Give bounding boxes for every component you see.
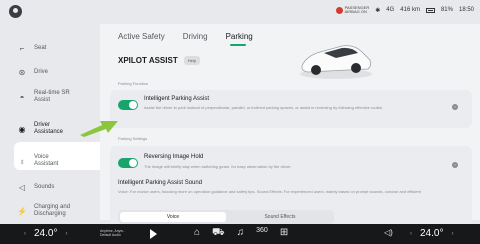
- sidebar-item-label: Driver Assistance: [34, 122, 64, 135]
- sidebar-item-label: Charging and Discharging: [34, 204, 71, 217]
- page-title-text: XPILOT ASSIST: [118, 56, 178, 65]
- temp-down-icon[interactable]: ‹: [24, 231, 26, 237]
- sidebar-item-label: Voice Assistant: [34, 154, 59, 167]
- home-icon[interactable]: ⌂: [194, 227, 200, 240]
- tab-driving[interactable]: Driving: [183, 32, 208, 41]
- speaker-icon: ◁: [18, 182, 26, 192]
- annotation-arrow-icon: [80, 121, 118, 137]
- temp-up-icon[interactable]: ›: [451, 231, 453, 237]
- temp-up-icon[interactable]: ›: [65, 231, 67, 237]
- parking-assist-card: Intelligent Parking Assist Assist the dr…: [110, 90, 472, 128]
- seat-icon: ⌐: [19, 43, 25, 53]
- track-artist: Default Audio: [100, 233, 121, 237]
- temp-down-icon[interactable]: ‹: [410, 231, 412, 237]
- section-label: Parking Function: [118, 81, 149, 86]
- status-bar: PASSENGER AIRBAG ON ✱ 4G 416 km 81% 18:5…: [0, 0, 480, 24]
- right-temperature: 24.0°: [420, 228, 444, 239]
- card-title: Reversing Image Hold: [144, 154, 204, 160]
- sound-setting-description: Voice: For novice users, focusing more o…: [118, 189, 421, 194]
- sidebar-item-drive[interactable]: ⊛ Drive: [18, 68, 48, 76]
- profile-icon[interactable]: [9, 5, 22, 18]
- tab-active-safety[interactable]: Active Safety: [118, 32, 165, 41]
- main-panel: Active Safety Driving Parking XPILOT ASS…: [100, 24, 480, 234]
- sidebar-item-label: Drive: [34, 68, 49, 75]
- play-icon[interactable]: [150, 229, 157, 239]
- airbag-line2: AIRBAG ON: [344, 9, 367, 14]
- tab-parking[interactable]: Parking: [226, 32, 253, 46]
- now-playing[interactable]: Anytime, Anyw.. Default Audio: [100, 229, 125, 237]
- right-temperature-control[interactable]: ‹ 24.0° ›: [410, 228, 453, 239]
- steering-wheel-icon: ⊛: [18, 67, 26, 77]
- battery-icon: [425, 7, 435, 13]
- signal-label: 4G: [386, 7, 395, 13]
- camera-360-icon[interactable]: 360: [256, 227, 268, 240]
- sidebar-item-seat[interactable]: ⌐ Seat: [18, 43, 47, 53]
- tab-bar: Active Safety Driving Parking: [118, 32, 253, 46]
- volume-icon[interactable]: ◁): [384, 228, 393, 237]
- reversing-image-toggle[interactable]: [118, 158, 138, 168]
- voice-option[interactable]: Voice: [120, 212, 226, 222]
- battery-label: 81%: [440, 7, 453, 13]
- status-indicators: PASSENGER AIRBAG ON ✱ 4G 416 km 81% 18:5…: [335, 6, 474, 14]
- music-icon[interactable]: ♫: [237, 227, 245, 240]
- parking-assist-toggle[interactable]: [118, 100, 138, 110]
- sidebar-item-driver-assistance[interactable]: ◉ Driver Assistance: [18, 122, 64, 136]
- section-label: Parking Settings: [118, 136, 148, 141]
- help-button[interactable]: Help: [183, 56, 200, 65]
- sidebar-item-label: Sounds: [34, 183, 55, 190]
- bluetooth-icon: ✱: [375, 7, 381, 14]
- airbag-icon: [335, 6, 343, 14]
- range-label: 416 km: [400, 7, 420, 13]
- sidebar-item-label: Seat: [34, 44, 47, 51]
- card-description: Assist the driver to park instead of per…: [144, 105, 383, 110]
- sidebar-item-sounds[interactable]: ◁ Sounds: [18, 183, 54, 191]
- bottom-bar: ‹ 24.0° › Anytime, Anyw.. Default Audio …: [0, 224, 480, 244]
- info-icon[interactable]: ›: [452, 104, 458, 110]
- left-temperature: 24.0°: [34, 228, 58, 239]
- apps-grid-icon[interactable]: ⊞: [280, 227, 288, 240]
- sidebar-item-voice-assistant[interactable]: ♁ Voice Assistant: [18, 154, 58, 168]
- sound-setting-title: Intelligent Parking Assist Sound: [118, 180, 203, 186]
- voice-icon: ♁: [19, 156, 25, 166]
- page-title: XPILOT ASSIST Help: [118, 56, 200, 65]
- sound-effects-option[interactable]: Sound Effects: [228, 212, 332, 222]
- sidebar-item-sr-assist[interactable]: ◓ Real-time SR Assist: [18, 90, 70, 104]
- card-description: The image will briefly stay when switchi…: [144, 164, 292, 169]
- sound-mode-selector: Voice Sound Effects: [118, 210, 334, 224]
- sidebar-item-label: Real-time SR Assist: [34, 90, 70, 103]
- sidebar-item-charging[interactable]: ⚡ Charging and Discharging: [17, 204, 71, 218]
- card-title: Intelligent Parking Assist: [144, 96, 210, 102]
- info-icon[interactable]: ›: [452, 162, 458, 168]
- charging-icon: ⚡: [17, 206, 27, 216]
- car-illustration: [300, 45, 372, 79]
- app-dock: ⌂ ⛟ ♫ 360 ⊞: [194, 227, 288, 240]
- airbag-status: PASSENGER AIRBAG ON: [335, 6, 369, 14]
- vehicle-icon[interactable]: ⛟: [212, 227, 225, 240]
- left-temperature-control[interactable]: ‹ 24.0° ›: [24, 228, 67, 239]
- sr-assist-icon: ◓: [19, 92, 25, 102]
- driver-assistance-icon: ◉: [18, 124, 26, 134]
- clock: 18:50: [458, 7, 474, 13]
